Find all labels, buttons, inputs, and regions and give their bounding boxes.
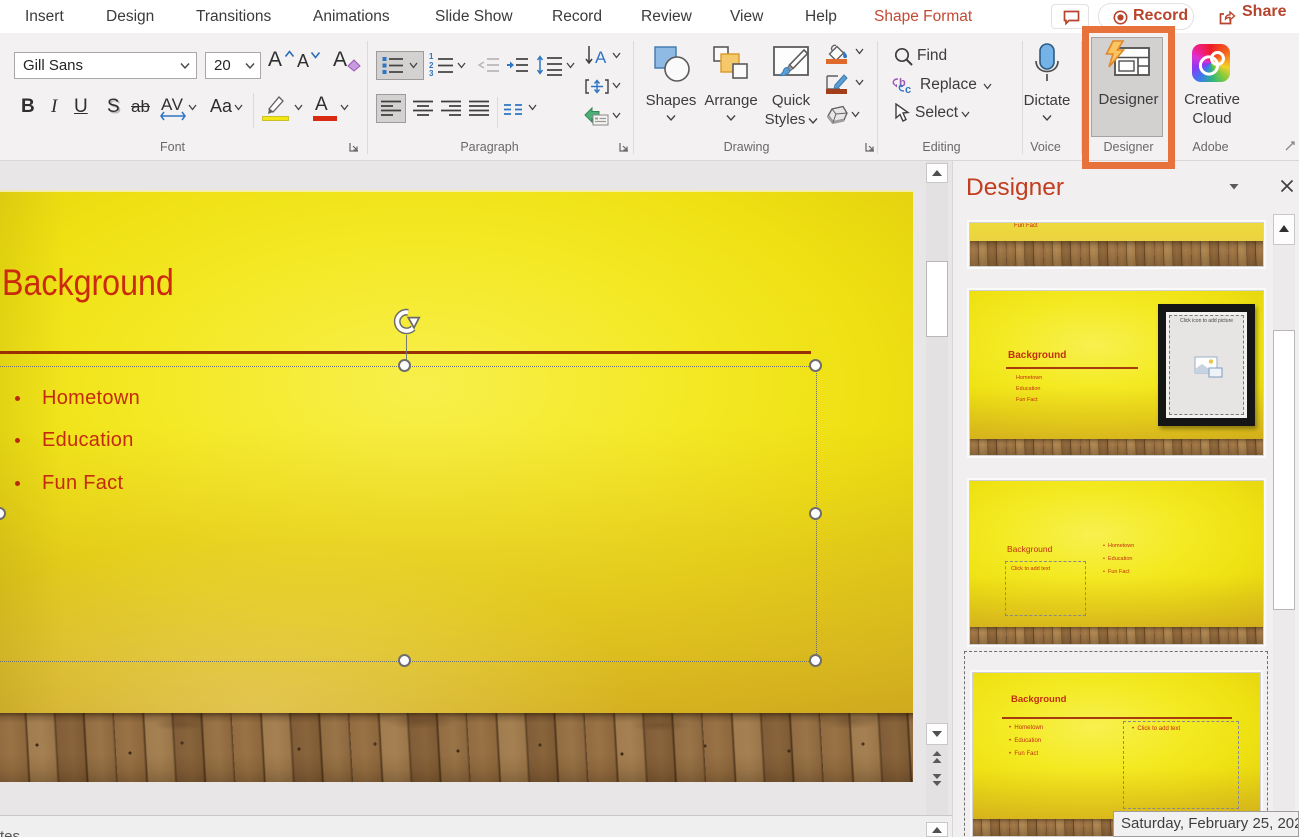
svg-text:c: c [905,84,911,95]
svg-text:A: A [595,48,607,67]
